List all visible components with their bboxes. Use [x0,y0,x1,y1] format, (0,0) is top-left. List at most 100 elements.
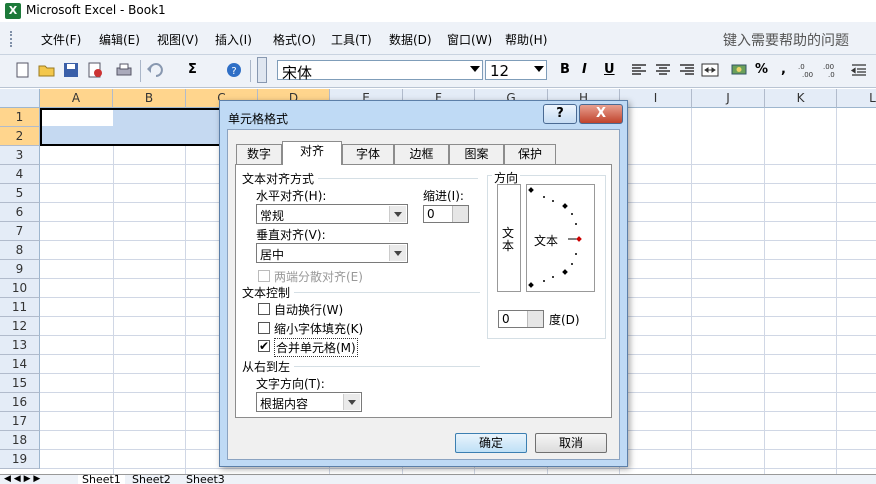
column-header[interactable]: K [765,89,837,108]
row-header[interactable]: 18 [0,431,40,450]
font-size-select[interactable]: 12 [485,60,547,80]
percent-button[interactable]: % [755,62,768,77]
column-header[interactable]: B [113,89,186,108]
row-header[interactable]: 12 [0,317,40,336]
comma-button[interactable]: , [781,62,786,77]
menu-edit[interactable]: 编辑(E) [99,31,140,48]
menu-format[interactable]: 格式(O) [273,31,316,48]
column-header[interactable]: I [620,89,692,108]
svg-text:?: ? [231,66,236,77]
column-header[interactable]: A [40,89,113,108]
underline-button[interactable]: U [604,62,615,77]
help-icon[interactable]: ? [225,61,243,79]
decrease-decimal-icon[interactable]: .00.0 [822,61,840,79]
select-all-corner[interactable] [0,89,40,108]
align-center-icon[interactable] [654,61,672,79]
chevron-down-icon [470,66,480,72]
text-direction-select[interactable]: 根据内容 [256,392,362,412]
print-icon[interactable] [115,61,133,79]
tab-alignment[interactable]: 对齐 [282,141,342,165]
vertical-align-label: 垂直对齐(V): [256,228,326,242]
font-size-value: 12 [490,62,510,80]
bold-button[interactable]: B [560,62,570,77]
row-header[interactable]: 6 [0,203,40,222]
vertical-text-box[interactable]: 文本 [497,184,521,292]
row-header[interactable]: 14 [0,355,40,374]
decrease-indent-icon[interactable] [850,61,868,79]
row-header[interactable]: 9 [0,260,40,279]
increase-decimal-icon[interactable]: .0.00 [797,61,815,79]
tab-font[interactable]: 字体 [342,144,394,164]
dialog-help-button[interactable]: ? [543,104,577,124]
tab-border[interactable]: 边框 [394,144,449,164]
row-header[interactable]: 8 [0,241,40,260]
tab-number[interactable]: 数字 [236,144,282,164]
row-header[interactable]: 16 [0,393,40,412]
autosum-button[interactable]: Σ [188,62,197,77]
indent-spinner[interactable]: 0 [423,205,469,223]
row-header[interactable]: 10 [0,279,40,298]
text-control-group-label: 文本控制 [242,286,291,300]
menu-file[interactable]: 文件(F) [41,31,81,48]
vertical-align-select[interactable]: 居中 [256,243,408,263]
tab-protection[interactable]: 保护 [504,144,556,164]
row-header[interactable]: 5 [0,184,40,203]
help-search-input[interactable]: 键入需要帮助的问题 [723,30,849,50]
toolbar-separator [250,60,251,82]
column-header[interactable]: J [692,89,765,108]
align-left-icon[interactable] [630,61,648,79]
orientation-dial[interactable]: 文本 [526,184,595,292]
spin-down-icon[interactable] [452,214,468,222]
row-header[interactable]: 19 [0,450,40,469]
row-header[interactable]: 13 [0,336,40,355]
chevron-down-icon[interactable] [389,245,406,261]
tab-patterns[interactable]: 图案 [449,144,504,164]
open-folder-icon[interactable] [38,61,56,79]
menu-data[interactable]: 数据(D) [389,31,432,48]
spin-down-icon[interactable] [527,319,543,327]
dialog-close-button[interactable]: X [579,104,623,124]
toolbar-options-icon[interactable] [257,57,267,83]
row-header[interactable]: 1 [0,108,40,127]
font-name-select[interactable]: 宋体 [277,60,483,82]
row-header[interactable]: 2 [0,127,40,146]
menu-grip-handle[interactable] [10,31,15,47]
italic-button[interactable]: I [582,62,587,77]
row-header[interactable]: 4 [0,165,40,184]
group-divider [294,366,480,367]
group-divider [294,292,480,293]
new-document-icon[interactable] [14,61,32,79]
row-header[interactable]: 11 [0,298,40,317]
merge-cells-checkbox[interactable]: ✔ [258,340,270,352]
justify-distributed-label: 两端分散对齐(E) [274,270,363,284]
save-icon[interactable] [62,61,80,79]
justify-distributed-checkbox[interactable] [258,270,270,282]
menu-insert[interactable]: 插入(I) [215,31,252,48]
dialog-body: 数字 对齐 字体 边框 图案 保护 文本对齐方式 水平对齐(H): 常规 缩进(… [227,129,620,460]
align-right-icon[interactable] [678,61,696,79]
chevron-down-icon[interactable] [389,206,406,222]
row-header[interactable]: 3 [0,146,40,165]
cancel-button[interactable]: 取消 [535,433,607,453]
font-name-value: 宋体 [282,64,313,82]
menu-help[interactable]: 帮助(H) [505,31,547,48]
row-header[interactable]: 17 [0,412,40,431]
shrink-to-fit-checkbox[interactable] [258,322,270,334]
horizontal-align-select[interactable]: 常规 [256,204,408,224]
row-header[interactable]: 7 [0,222,40,241]
chevron-down-icon[interactable] [343,394,360,410]
undo-icon[interactable] [146,61,164,79]
wrap-text-checkbox[interactable] [258,303,270,315]
column-header[interactable]: L [837,89,876,108]
row-header[interactable]: 15 [0,374,40,393]
menu-window[interactable]: 窗口(W) [447,31,492,48]
merge-center-icon[interactable] [701,61,719,79]
svg-text:.0: .0 [828,71,835,79]
degrees-spinner[interactable]: 0 [498,310,544,328]
currency-icon[interactable] [730,61,748,79]
menu-tools[interactable]: 工具(T) [331,31,372,48]
menu-view[interactable]: 视图(V) [157,31,199,48]
ok-button[interactable]: 确定 [455,433,527,453]
permission-icon[interactable] [86,61,104,79]
excel-icon: X [5,3,21,19]
